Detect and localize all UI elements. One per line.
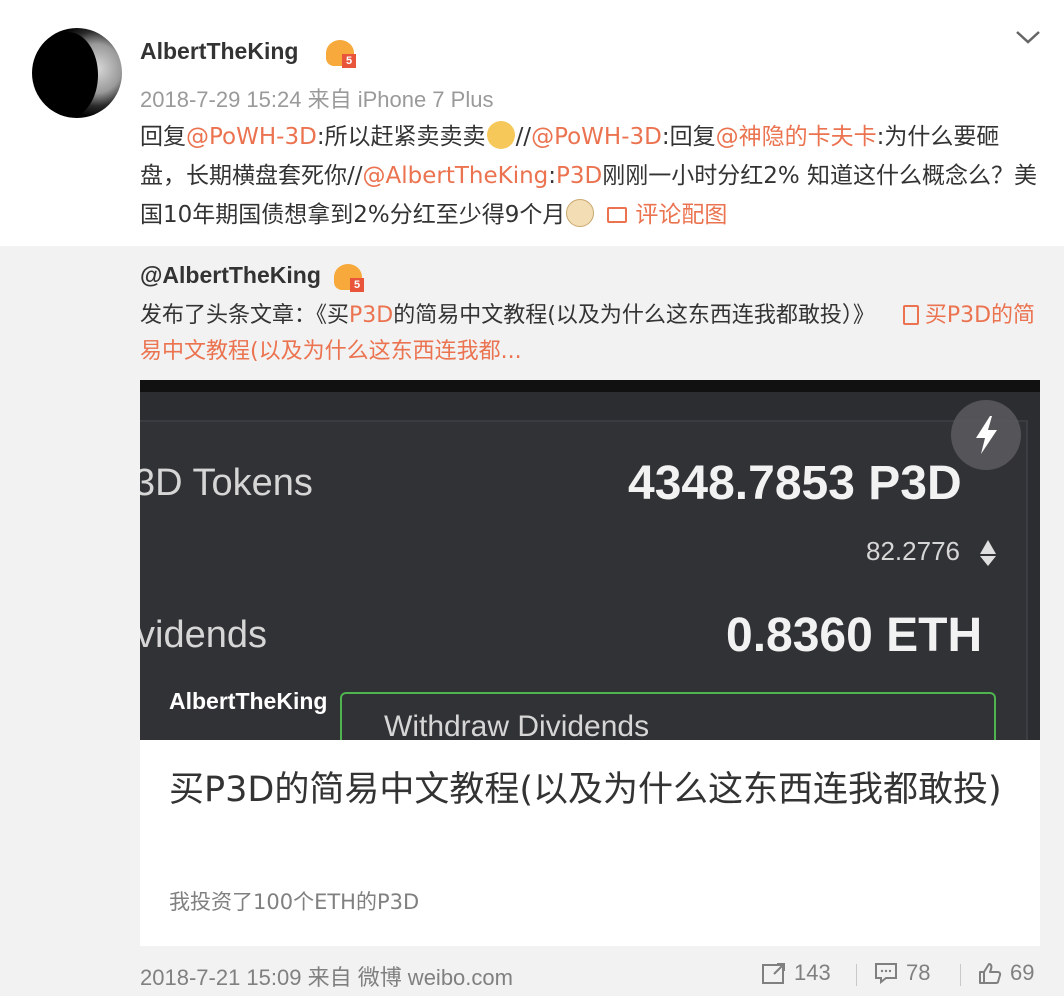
repost-time[interactable]: 2018-7-21 15:09 来自 微博 weibo.com	[140, 960, 513, 992]
text-segment: 的简易中文教程(以及为什么这东西连我都敢投）》	[393, 303, 875, 328]
repost-text: 发布了头条文章：《买P3D的简易中文教程(以及为什么这东西连我都敢投）》 买P3D…	[140, 298, 1040, 370]
repost-icon	[762, 963, 785, 984]
picture-icon	[607, 207, 628, 223]
flash-button[interactable]	[951, 400, 1021, 470]
dividends-value: 0.8360 ETH	[726, 609, 983, 662]
mention-link[interactable]: @PoWH-3D	[531, 124, 662, 150]
tokens-value: 4348.7853 P3D	[628, 457, 962, 510]
dividends-label: vidends	[140, 614, 267, 656]
text-segment: //	[515, 124, 532, 150]
post-meta: 2018-7-29 15:24 来自 iPhone 7 Plus	[140, 87, 494, 112]
post-username[interactable]: AlbertTheKing	[140, 38, 298, 65]
comment-count[interactable]: 78	[874, 960, 930, 986]
vip-badge-icon[interactable]	[326, 40, 356, 68]
flash-icon	[976, 416, 997, 454]
topic-link[interactable]: P3D	[349, 303, 393, 328]
chevron-down-icon[interactable]	[1014, 26, 1042, 48]
text-segment: 发布了头条文章：《买	[140, 303, 350, 328]
cover-author: AlbertTheKing	[169, 688, 328, 714]
like-count[interactable]: 69	[978, 960, 1034, 986]
cover-topbar	[140, 380, 1040, 392]
comment-count-value: 78	[906, 960, 931, 985]
avatar[interactable]	[32, 28, 122, 118]
comment-image-link[interactable]: 评论配图	[607, 202, 727, 228]
post-header: AlbertTheKing 2018-7-29 15:24 来自 iPhone …	[0, 0, 1064, 246]
eth-icon	[980, 540, 996, 566]
article-description: 我投资了100个ETH的P3D	[169, 890, 420, 914]
like-icon	[979, 963, 1002, 984]
text-segment: :回复	[661, 124, 716, 150]
repost-username[interactable]: @AlbertTheKing	[140, 262, 321, 289]
mention-link[interactable]: @PoWH-3D	[186, 124, 317, 150]
stat-divider	[960, 964, 961, 986]
text-segment: :	[548, 163, 557, 189]
withdraw-label: Withdraw Dividends	[384, 710, 650, 740]
topic-link[interactable]: P3D	[556, 163, 602, 189]
mention-link[interactable]: @AlbertTheKing	[363, 163, 549, 189]
repost-count[interactable]: 143	[762, 960, 831, 986]
post-text: 回复@PoWH-3D:所以赶紧卖卖卖//@PoWH-3D:回复@神隐的卡夫卡:为…	[140, 118, 1040, 235]
stat-divider	[856, 964, 857, 986]
text-segment: 回复	[140, 124, 186, 150]
article-title[interactable]: 买P3D的简易中文教程(以及为什么这东西连我都敢投)	[169, 764, 1019, 816]
comment-icon	[875, 963, 897, 985]
article-icon	[902, 305, 919, 325]
article-cover-image[interactable]: 3D Tokens 4348.7853 P3D 82.2776 vidends …	[140, 380, 1040, 740]
mention-link[interactable]: @神隐的卡夫卡	[716, 124, 877, 150]
article-card[interactable]: 3D Tokens 4348.7853 P3D 82.2776 vidends …	[140, 380, 1040, 946]
comment-image-label: 评论配图	[635, 202, 728, 228]
vip-badge-icon[interactable]	[334, 264, 364, 292]
doge-emoji-icon	[566, 199, 595, 227]
eth-small-value: 82.2776	[866, 536, 960, 566]
like-count-value: 69	[1010, 960, 1035, 985]
smile-emoji-icon	[486, 121, 515, 149]
tokens-label: 3D Tokens	[140, 462, 313, 504]
repost-count-value: 143	[794, 960, 831, 985]
text-segment: :所以赶紧卖卖卖	[316, 124, 486, 150]
repost-container: @AlbertTheKing 发布了头条文章：《买P3D的简易中文教程(以及为什…	[0, 246, 1064, 996]
